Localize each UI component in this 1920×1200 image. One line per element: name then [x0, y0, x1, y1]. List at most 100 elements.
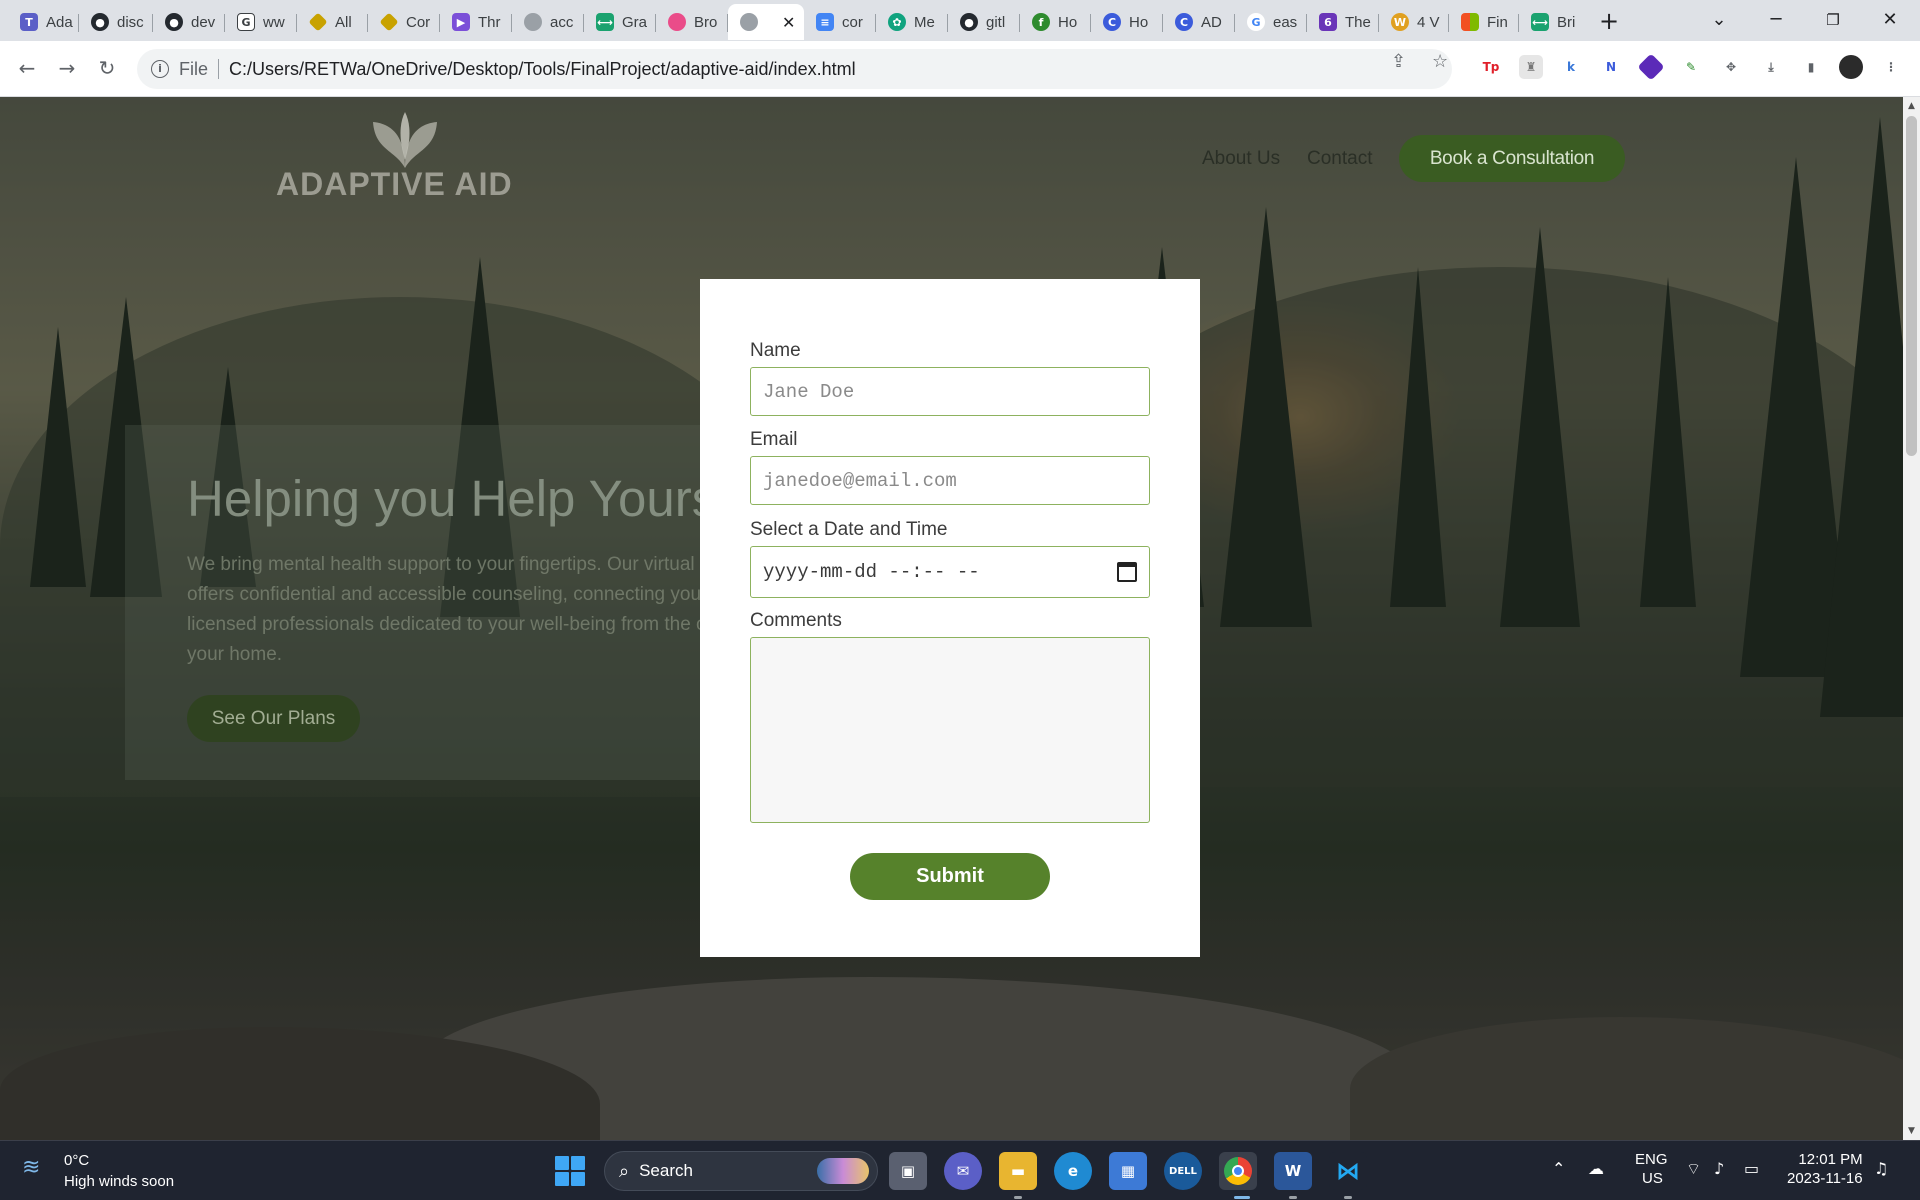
chrome-icon[interactable] — [1219, 1152, 1257, 1190]
extension-eyedropper-icon[interactable]: ✎ — [1679, 55, 1703, 79]
store-icon[interactable]: ▦ — [1109, 1152, 1147, 1190]
browser-tab[interactable]: ● dev — [153, 4, 225, 40]
language-indicator[interactable]: ENG US — [1635, 1151, 1668, 1200]
hero-panel: Helping you Help Yourself We bring menta… — [125, 425, 705, 780]
datetime-value: yyyy-mm-dd --:-- -- — [763, 561, 980, 583]
extension-n-icon[interactable]: N — [1599, 55, 1623, 79]
extension-tree-icon[interactable]: ♜ — [1519, 55, 1543, 79]
task-view-icon[interactable]: ▣ — [889, 1152, 927, 1190]
diamond-icon — [308, 12, 328, 32]
search-icon: ⌕ — [619, 1160, 630, 1182]
browser-tab[interactable]: Geas — [1235, 4, 1307, 40]
extension-tp-icon[interactable]: Tp — [1479, 55, 1503, 79]
wind-weather-icon[interactable]: ≋ — [22, 1155, 52, 1183]
weather-description[interactable]: High winds soon — [64, 1173, 174, 1190]
browser-tab[interactable]: C AD — [1163, 4, 1235, 40]
browser-tab[interactable]: ⟷ Bri — [1519, 4, 1589, 40]
close-tab-icon[interactable]: ✕ — [782, 13, 795, 32]
reload-icon[interactable]: ↻ — [92, 53, 122, 83]
browser-tab[interactable]: ● gitl — [948, 4, 1020, 40]
browser-tab[interactable]: Bro — [656, 4, 728, 40]
downloads-icon[interactable]: ⤓ — [1759, 55, 1783, 79]
browser-tab[interactable]: W4 V — [1379, 4, 1449, 40]
name-input[interactable] — [750, 367, 1150, 416]
back-arrow-icon[interactable]: ← — [12, 53, 42, 83]
browser-tab[interactable]: ✿ Me — [876, 4, 948, 40]
bridge-icon: ⟷ — [596, 13, 614, 31]
nav-contact[interactable]: Contact — [1307, 148, 1372, 170]
w-icon: W — [1391, 13, 1409, 31]
browser-tab[interactable]: All — [297, 4, 368, 40]
side-panel-icon[interactable]: ▮ — [1799, 55, 1823, 79]
scroll-up-icon[interactable]: ▲ — [1907, 102, 1916, 111]
taskbar-search[interactable]: ⌕ Search — [604, 1151, 878, 1191]
browser-tab-strip: T Ada ● disc ● dev Gww All Cor ▶ Thr acc ⟷ Gr… — [0, 0, 1920, 41]
see-our-plans-button[interactable]: See Our Plans — [187, 695, 360, 742]
file-explorer-icon[interactable]: ▬ — [999, 1152, 1037, 1190]
notification-bell-icon[interactable]: ♫ — [1874, 1159, 1888, 1200]
globe-icon — [524, 13, 542, 31]
tab-search-chevron-icon[interactable]: ⌄ — [1699, 4, 1739, 36]
edge-icon[interactable]: e — [1054, 1152, 1092, 1190]
menu-kebab-icon[interactable]: ⋮ — [1879, 55, 1903, 79]
browser-tab[interactable]: Gww — [225, 4, 297, 40]
address-bar[interactable]: i File C:/Users/RETWa/OneDrive/Desktop/T… — [137, 49, 1452, 89]
restore-icon[interactable]: ❐ — [1813, 4, 1853, 36]
bookmark-star-icon[interactable]: ☆ — [1432, 51, 1448, 72]
vscode-icon[interactable]: ⋈ — [1329, 1152, 1367, 1190]
minimize-icon[interactable]: ─ — [1756, 4, 1796, 36]
forward-arrow-icon[interactable]: → — [52, 53, 82, 83]
leaf-logo-icon[interactable] — [365, 110, 445, 170]
nav-about-us[interactable]: About Us — [1202, 148, 1280, 170]
browser-tab[interactable]: ● disc — [79, 4, 153, 40]
browser-tab[interactable]: Cor — [368, 4, 440, 40]
teams-chat-icon[interactable]: ✉ — [944, 1152, 982, 1190]
leaf-icon: f — [1032, 13, 1050, 31]
onedrive-icon[interactable]: ☁ — [1588, 1159, 1604, 1200]
logo-text[interactable]: ADAPTIVE AID — [276, 166, 513, 203]
site-info-icon[interactable]: i — [151, 60, 169, 78]
share-icon[interactable]: ⇪ — [1391, 51, 1406, 72]
google-icon: G — [1247, 13, 1265, 31]
teams-icon: T — [20, 13, 38, 31]
browser-tab[interactable]: Fin — [1449, 4, 1519, 40]
comments-textarea[interactable] — [750, 637, 1150, 823]
battery-icon[interactable]: ▭ — [1744, 1159, 1759, 1200]
hero-title: Helping you Help Yourself — [187, 470, 705, 527]
browser-tab[interactable]: C Ho — [1091, 4, 1163, 40]
search-label: Search — [639, 1161, 693, 1180]
close-window-icon[interactable]: ✕ — [1870, 4, 1910, 36]
browser-tab-active[interactable]: ✕ — [728, 4, 804, 40]
profile-avatar[interactable] — [1839, 55, 1863, 79]
c-icon: C — [1175, 13, 1193, 31]
weather-temperature[interactable]: 0°C — [64, 1152, 89, 1169]
extension-diamond-icon[interactable] — [1637, 53, 1665, 81]
book-consultation-button[interactable]: Book a Consultation — [1399, 135, 1625, 182]
word-icon[interactable]: W — [1274, 1152, 1312, 1190]
windows-start-icon[interactable] — [555, 1156, 585, 1186]
email-input[interactable] — [750, 456, 1150, 505]
scrollbar-thumb[interactable] — [1906, 116, 1917, 456]
submit-button[interactable]: Submit — [850, 853, 1050, 900]
browser-tab[interactable]: ≡ cor — [804, 4, 876, 40]
clock[interactable]: 12:01 PM 2023-11-16 — [1787, 1151, 1863, 1200]
browser-tab[interactable]: 6 The — [1307, 4, 1379, 40]
browser-tab[interactable]: acc — [512, 4, 584, 40]
volume-icon[interactable]: ♪ — [1714, 1159, 1724, 1200]
extensions-puzzle-icon[interactable]: ✥ — [1719, 55, 1743, 79]
github-icon: ● — [91, 13, 109, 31]
extension-k-icon[interactable]: k — [1559, 55, 1583, 79]
browser-tab[interactable]: f Ho — [1020, 4, 1091, 40]
scroll-down-icon[interactable]: ▼ — [1907, 1127, 1916, 1136]
tray-chevron-icon[interactable]: ⌃ — [1552, 1159, 1565, 1200]
dell-icon[interactable]: DELL — [1164, 1152, 1202, 1190]
datetime-input[interactable]: yyyy-mm-dd --:-- -- — [750, 546, 1150, 598]
browser-tab[interactable]: T Ada — [8, 4, 79, 40]
browser-tab[interactable]: ⟷ Gra — [584, 4, 656, 40]
dribbble-icon — [668, 13, 686, 31]
new-tab-button[interactable]: + — [1595, 8, 1623, 36]
wifi-icon[interactable]: ⌔ — [1686, 1159, 1701, 1200]
calendar-icon[interactable] — [1117, 562, 1137, 582]
url-text[interactable]: C:/Users/RETWa/OneDrive/Desktop/Tools/Fi… — [229, 59, 856, 80]
browser-tab[interactable]: ▶ Thr — [440, 4, 512, 40]
